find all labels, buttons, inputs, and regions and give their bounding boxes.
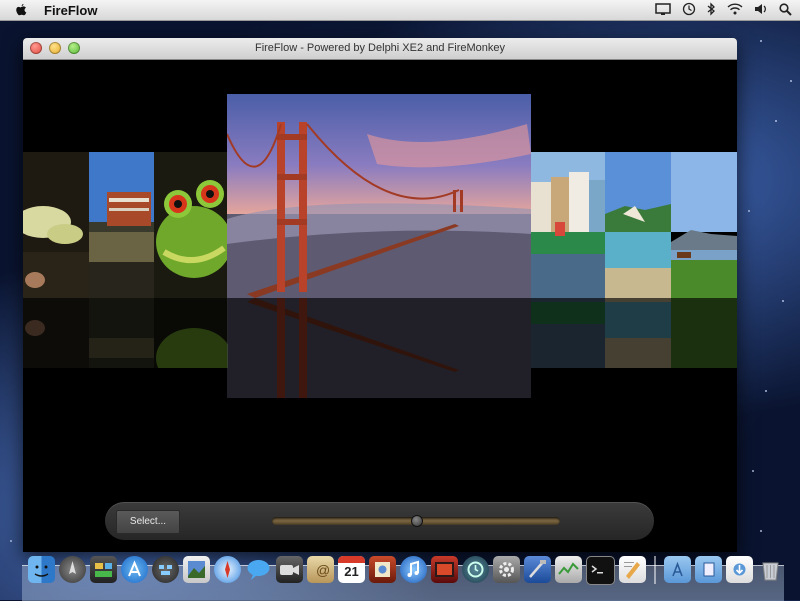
calendar-icon[interactable]: 21 (338, 556, 365, 583)
control-bar: Select... (105, 502, 654, 540)
coverflow-reflection (671, 298, 737, 368)
coverflow-area: Select... (23, 60, 737, 552)
itunes-icon[interactable] (400, 556, 427, 583)
dashboard-icon[interactable] (90, 556, 117, 583)
coverflow-photo-colorful-houses[interactable] (531, 152, 605, 298)
applications-folder-icon[interactable] (664, 556, 691, 583)
xcode-icon[interactable] (524, 556, 551, 583)
coverflow-reflection (89, 298, 154, 368)
calendar-day-label: 21 (344, 564, 359, 579)
coverflow-reflection (605, 298, 671, 368)
trash-icon[interactable] (757, 556, 784, 583)
coverflow-reflection (23, 298, 89, 368)
coverflow-slider[interactable] (272, 515, 560, 527)
volume-icon[interactable] (754, 3, 768, 15)
window-titlebar[interactable]: FireFlow - Powered by Delphi XE2 and Fir… (23, 38, 737, 60)
select-folder-button[interactable]: Select... (116, 510, 180, 534)
downloads-stack-icon[interactable] (726, 556, 753, 583)
app-store-icon[interactable] (121, 556, 148, 583)
finder-icon[interactable] (28, 556, 55, 583)
window-controls (30, 42, 80, 54)
wifi-icon[interactable] (727, 3, 743, 15)
menu-status-area (655, 2, 792, 16)
preview-icon[interactable] (183, 556, 210, 583)
coverflow-photo-beach-dunes[interactable] (605, 152, 671, 298)
time-machine-icon[interactable] (682, 2, 696, 16)
app-menu-name[interactable]: FireFlow (44, 3, 97, 18)
contacts-icon[interactable]: @ (307, 556, 334, 583)
launchpad-icon[interactable] (59, 556, 86, 583)
window-title: FireFlow - Powered by Delphi XE2 and Fir… (254, 42, 506, 54)
coverflow-photo-sailboats[interactable] (23, 152, 89, 298)
coverflow-reflection (154, 298, 228, 368)
textedit-icon[interactable] (619, 556, 646, 583)
bluetooth-icon[interactable] (707, 2, 716, 16)
slider-thumb[interactable] (411, 515, 423, 527)
photo-slideshow-icon[interactable] (431, 556, 458, 583)
safari-icon[interactable] (214, 556, 241, 583)
coverflow-photo-ferry-building[interactable] (89, 152, 154, 298)
zoom-window-button[interactable] (68, 42, 80, 54)
mission-control-icon[interactable] (152, 556, 179, 583)
facetime-icon[interactable] (276, 556, 303, 583)
system-preferences-icon[interactable] (493, 556, 520, 583)
spotlight-search-icon[interactable] (779, 2, 792, 16)
apple-logo-icon[interactable] (14, 3, 28, 17)
menu-bar: FireFlow (0, 0, 800, 21)
coverflow-reflection (531, 298, 605, 368)
coverflow-photo-frog[interactable] (154, 152, 228, 298)
documents-folder-icon[interactable] (695, 556, 722, 583)
svg-text:@: @ (316, 562, 330, 578)
terminal-icon[interactable] (586, 556, 615, 585)
close-window-button[interactable] (30, 42, 42, 54)
coverflow-photo-golden-gate-bridge[interactable] (227, 94, 531, 298)
messages-icon[interactable] (245, 556, 272, 583)
activity-monitor-icon[interactable] (555, 556, 582, 583)
coverflow-photo-park-bench-bay[interactable] (671, 152, 737, 298)
app-window: FireFlow - Powered by Delphi XE2 and Fir… (23, 38, 737, 552)
photo-booth-icon[interactable] (369, 556, 396, 583)
minimize-window-button[interactable] (49, 42, 61, 54)
time-machine-dock-icon[interactable] (462, 556, 489, 583)
display-icon[interactable] (655, 2, 671, 16)
coverflow-reflection-golden-gate (227, 298, 531, 398)
dock: @ 21 (28, 556, 784, 585)
dock-separator (654, 556, 656, 584)
